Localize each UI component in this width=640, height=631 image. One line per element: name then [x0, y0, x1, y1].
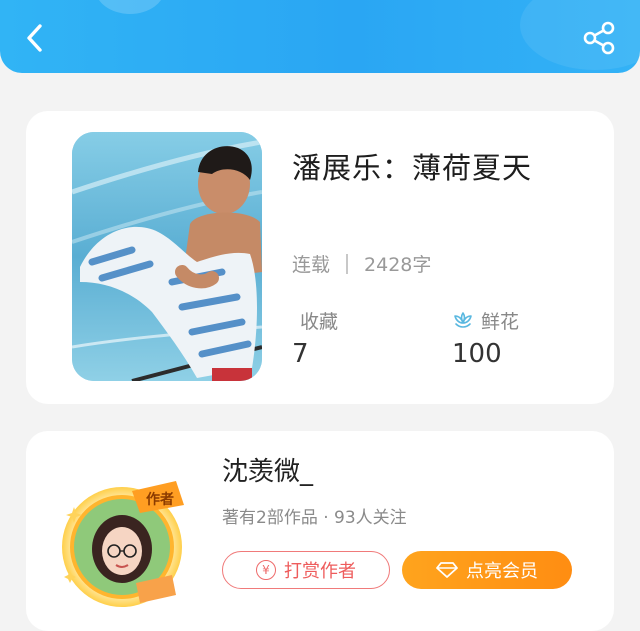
favorites-label-text: 收藏: [300, 311, 339, 333]
favorites-count: 7: [292, 339, 309, 369]
share-icon: [583, 21, 615, 55]
tip-author-button[interactable]: ¥ 打赏作者: [222, 551, 390, 589]
flowers-count: 100: [452, 339, 502, 369]
back-button[interactable]: [20, 20, 52, 56]
book-title: 潘展乐：薄荷夏天: [292, 151, 533, 185]
favorites-label: 收藏: [300, 307, 338, 334]
header-decoration: [95, 0, 165, 14]
yen-icon: ¥: [256, 560, 276, 580]
share-button[interactable]: [580, 20, 618, 56]
author-avatar[interactable]: 作者: [54, 471, 194, 611]
serial-status: 连载: [292, 254, 331, 276]
activate-vip-button[interactable]: 点亮会员: [402, 551, 572, 589]
book-info-card: 潘展乐：薄荷夏天 连载 2428字 收藏 7 鲜花 100: [26, 111, 614, 404]
flowers-label: 鲜花: [481, 311, 520, 333]
cover-illustration: [72, 132, 262, 381]
activate-vip-label: 点亮会员: [466, 561, 538, 582]
avatar-badge-text: 作者: [146, 491, 174, 508]
meta-divider: [346, 253, 349, 274]
word-count: 2428字: [364, 254, 432, 276]
chevron-left-icon: [27, 24, 42, 52]
flower-icon: [454, 311, 472, 328]
author-name[interactable]: 沈羡微_: [222, 451, 313, 488]
author-stats: 著有2部作品 · 93人关注: [222, 508, 407, 528]
author-card: 作者 沈羡微_ 著有2部作品 · 93人关注 ¥ 打赏作者 点亮会员: [26, 431, 614, 631]
book-cover-image[interactable]: [72, 132, 262, 381]
flowers-button[interactable]: 鲜花: [452, 307, 519, 334]
avatar-image: 作者: [62, 481, 184, 607]
tip-author-label: 打赏作者: [284, 561, 356, 582]
diamond-icon: [436, 562, 458, 578]
book-meta: 连载 2428字: [292, 250, 431, 277]
top-bar: [0, 0, 640, 73]
